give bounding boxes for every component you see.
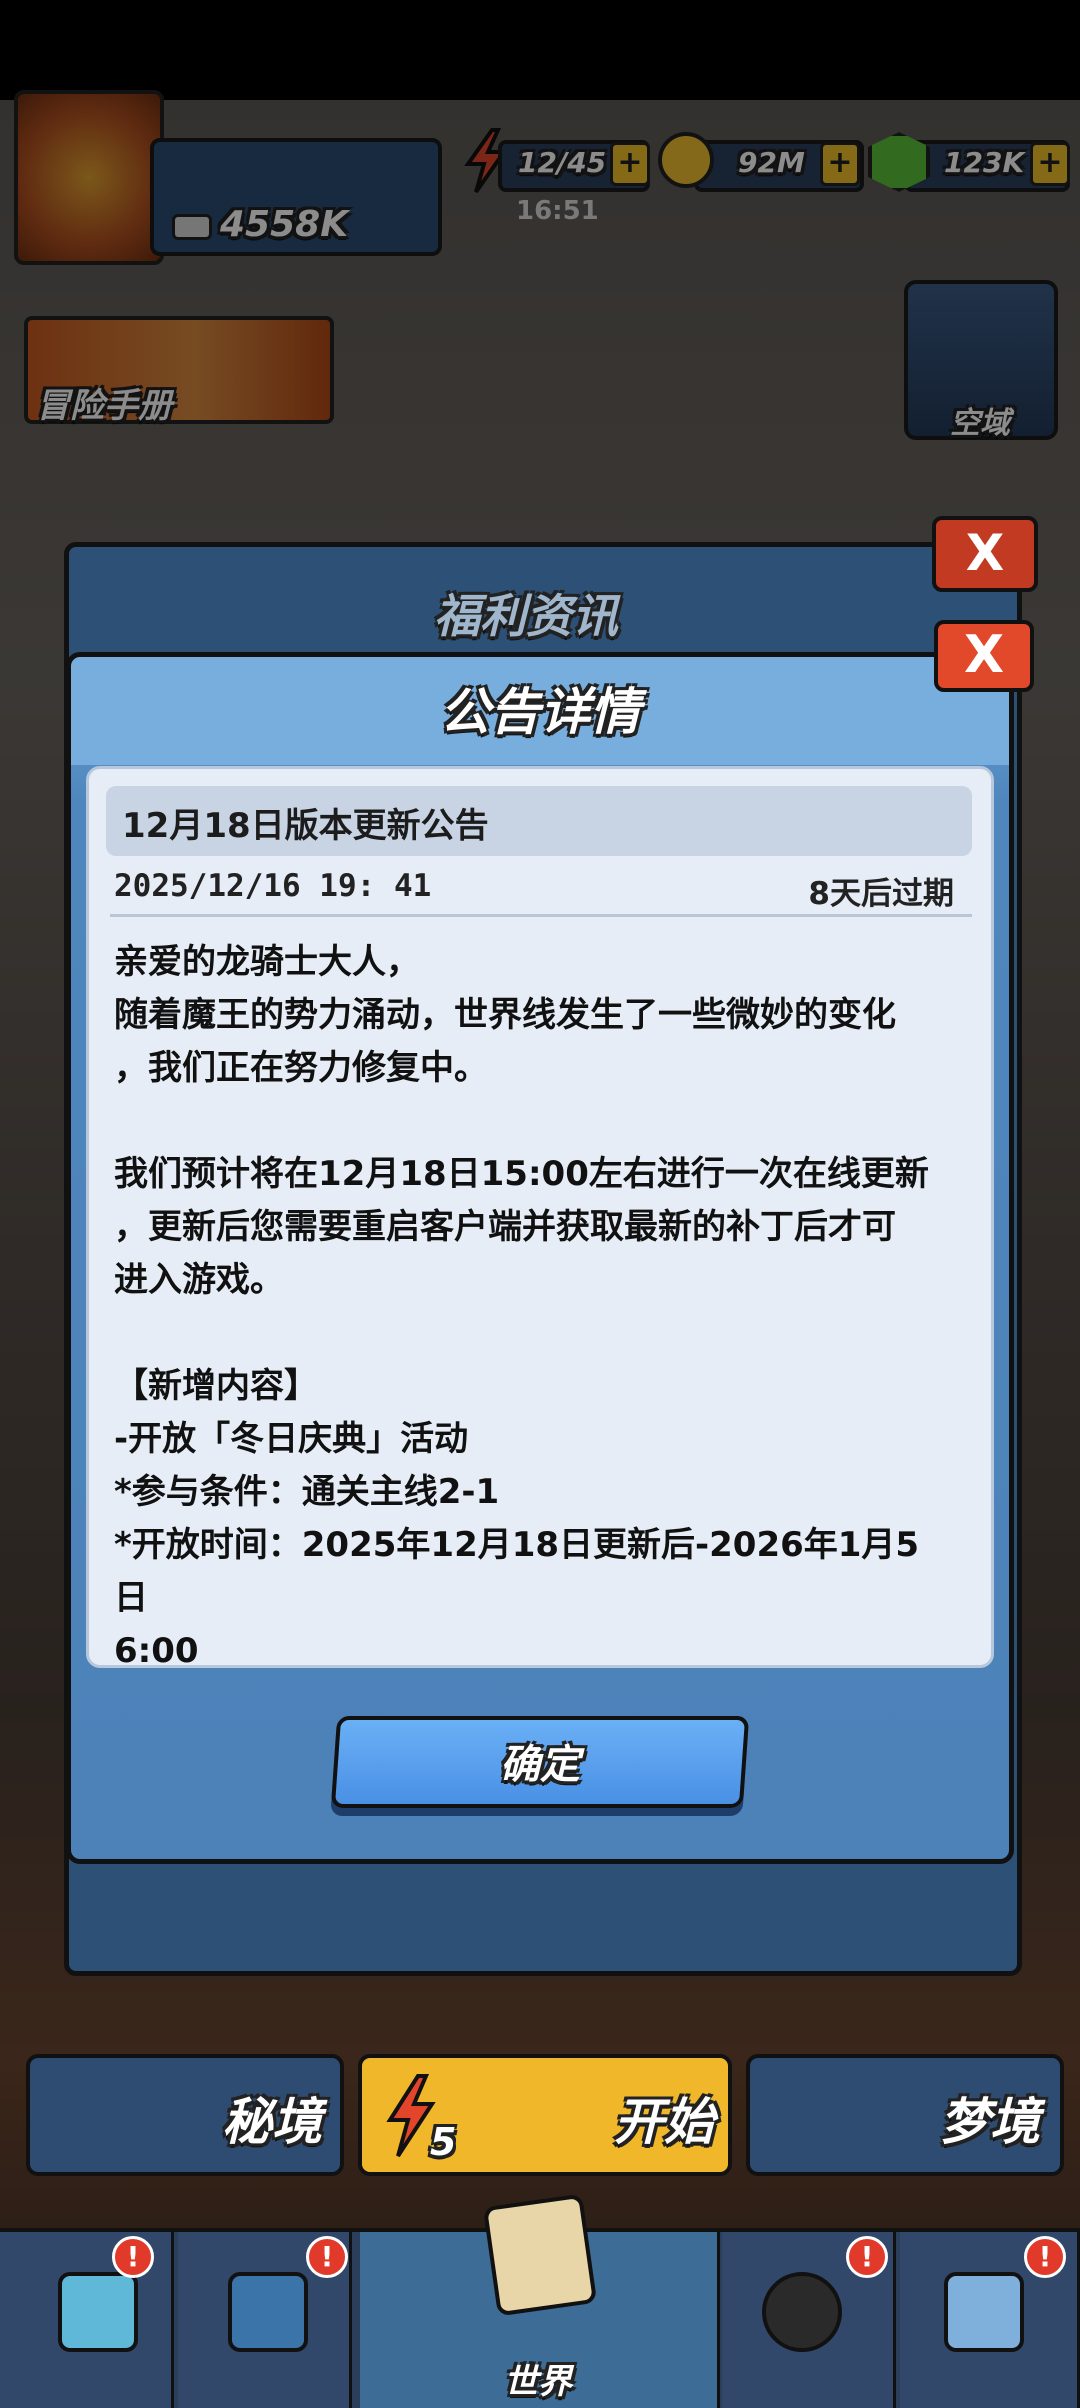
nav-item-5-badge: ! (1024, 2236, 1066, 2278)
start-label: 开始 (614, 2093, 714, 2151)
notice-title: 12月18日版本更新公告 (122, 806, 489, 846)
world-map-icon (482, 2193, 598, 2317)
start-cost: 5 (430, 2120, 457, 2164)
nav-item-4-badge: ! (846, 2236, 888, 2278)
base-icon (944, 2272, 1024, 2352)
upgrade-shield-icon (228, 2272, 308, 2352)
nav-item-1-badge: ! (112, 2236, 154, 2278)
secret-realm-label: 秘境 (222, 2093, 322, 2151)
notice-expire: 8天后过期 (808, 876, 954, 912)
divider (110, 914, 972, 917)
welfare-news-title: 福利资讯 (434, 589, 618, 643)
nav-item-2-badge: ! (306, 2236, 348, 2278)
notice-date: 2025/12/16 19: 41 (114, 868, 432, 904)
dialog-title: 公告详情 (440, 683, 640, 741)
character-icon (762, 2272, 842, 2352)
welfare-news-close-button[interactable]: X (932, 516, 1038, 592)
crystal-icon (58, 2272, 138, 2352)
notice-body: 亲爱的龙骑士大人， 随着魔王的势力涌动，世界线发生了一些微妙的变化 ，我们正在努… (114, 942, 929, 1671)
world-label: 世界 (504, 2362, 572, 2402)
confirm-label: 确定 (500, 1742, 580, 1788)
dialog-close-button[interactable]: X (934, 620, 1034, 692)
dream-realm-label: 梦境 (940, 2093, 1040, 2151)
